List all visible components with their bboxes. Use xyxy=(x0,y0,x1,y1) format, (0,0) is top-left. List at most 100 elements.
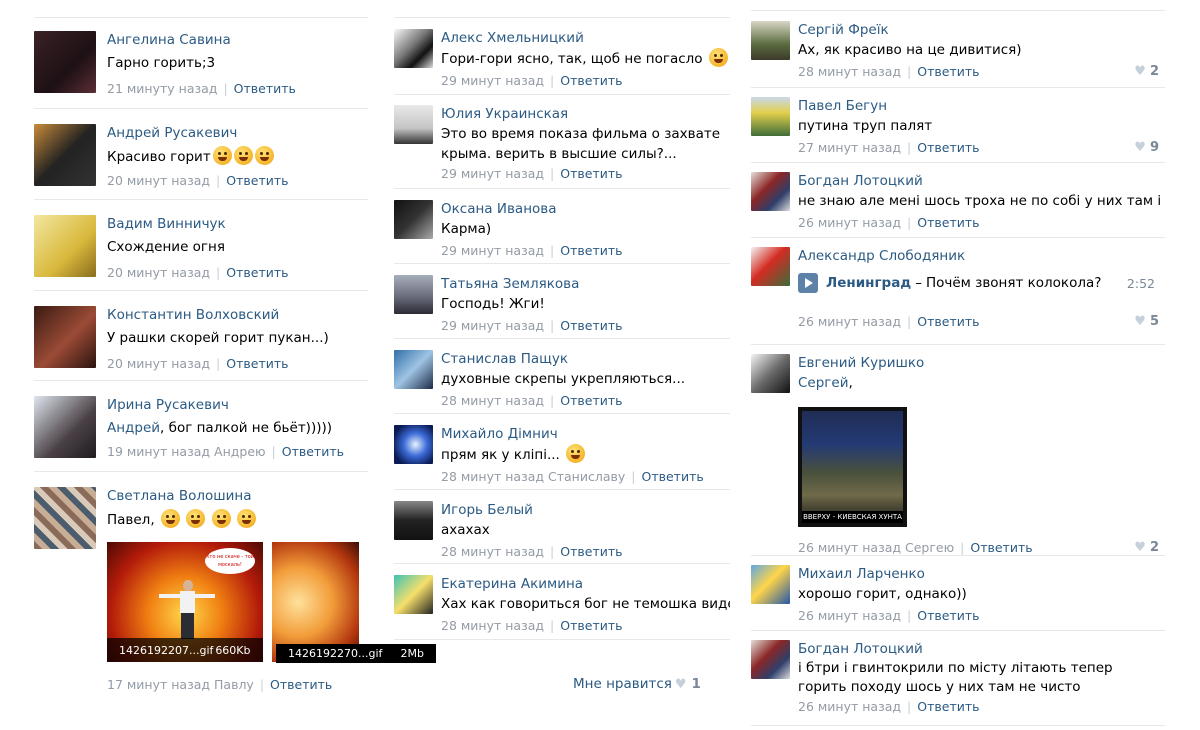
reply-link[interactable]: Ответить xyxy=(560,165,622,183)
author-link[interactable]: Светлана Волошина xyxy=(107,487,368,505)
reply-link[interactable]: Ответить xyxy=(970,539,1032,557)
gif-size: 660Kb xyxy=(215,643,251,657)
reply-link[interactable]: Ответить xyxy=(917,698,979,716)
avatar[interactable] xyxy=(751,247,790,286)
comment: Юлия Украинская Это во время показа филь… xyxy=(394,95,730,189)
avatar[interactable] xyxy=(34,31,96,93)
avatar[interactable] xyxy=(751,21,790,60)
avatar[interactable] xyxy=(751,640,790,679)
author-link[interactable]: Евгений Куришко xyxy=(798,354,1165,372)
reply-link[interactable]: Ответить xyxy=(917,313,979,331)
author-link[interactable]: Сергій Фреїк xyxy=(798,21,1165,39)
comment-text: Сергей, xyxy=(798,375,853,391)
reply-link[interactable]: Ответить xyxy=(560,392,622,410)
reply-link[interactable]: Ответить xyxy=(226,355,288,373)
author-link[interactable]: Константин Волховский xyxy=(107,306,368,324)
avatar[interactable] xyxy=(34,487,96,549)
like-button[interactable]: ♥ 2 xyxy=(1134,63,1159,81)
comments-column-left: Ангелина Савина Гарно горить;3 21 минуту… xyxy=(34,0,436,694)
avatar[interactable] xyxy=(394,425,433,464)
author-link[interactable]: Александр Слободяник xyxy=(798,247,1165,265)
avatar[interactable] xyxy=(394,105,433,144)
comment: Станислав Пащук духовные скрепы укрепляю… xyxy=(394,339,730,414)
reply-link[interactable]: Ответить xyxy=(226,264,288,282)
author-link[interactable]: Ангелина Савина xyxy=(107,31,368,49)
comment-text: Ах, як красиво на це дивитися) xyxy=(798,42,1022,58)
comment: Алекс Хмельницкий Гори-гори ясно, так, щ… xyxy=(394,18,730,95)
author-link[interactable]: Татьяна Землякова xyxy=(441,275,730,293)
gif-attachment[interactable]: Хто не скаче - той москаль! 1426192207..… xyxy=(107,542,263,662)
reply-link[interactable]: Ответить xyxy=(641,468,703,486)
like-button[interactable]: ♥ 9 xyxy=(1134,139,1159,157)
avatar[interactable] xyxy=(394,200,433,239)
comment-text: Андрей, бог палкой не бьёт))))) xyxy=(107,420,333,436)
avatar[interactable] xyxy=(751,172,790,211)
author-link[interactable]: Екатерина Акимина xyxy=(441,575,730,593)
comment: Богдан Лотоцкий не знаю але мені шось тр… xyxy=(751,163,1165,238)
comment-meta: 29 минут назад | Ответить xyxy=(441,242,623,260)
like-button[interactable]: ♥ 2 xyxy=(1134,539,1159,557)
avatar[interactable] xyxy=(751,565,790,604)
photo-attachment[interactable]: ВВЕРХУ - КИЕВСКАЯ ХУНТА xyxy=(798,407,907,527)
avatar[interactable] xyxy=(34,396,96,458)
comment-text: У рашки скорей горит пукан...) xyxy=(107,330,329,346)
reply-link[interactable]: Ответить xyxy=(560,317,622,335)
play-icon[interactable] xyxy=(798,273,818,293)
avatar[interactable] xyxy=(751,354,790,393)
avatar[interactable] xyxy=(394,575,433,614)
avatar[interactable] xyxy=(394,275,433,314)
author-link[interactable]: Ирина Русакевич xyxy=(107,396,368,414)
comment: Михайло Дімнич прям як у клiпi... 28 мин… xyxy=(394,414,730,490)
comment: Вадим Винничук Схождение огня 20 минут н… xyxy=(34,200,368,291)
author-link[interactable]: Михаил Ларченко xyxy=(798,565,1165,583)
comment-meta: 28 минут назад Станиславу | Ответить xyxy=(441,468,704,486)
author-link[interactable]: Богдан Лотоцкий xyxy=(798,640,1165,658)
like-button[interactable]: Мне нравится ♥ 1 xyxy=(573,676,701,692)
author-link[interactable]: Вадим Винничук xyxy=(107,215,368,233)
reply-link[interactable]: Ответить xyxy=(270,676,332,694)
comment-meta: 26 минут назад | Ответить ♥ 5 xyxy=(798,313,1159,331)
author-link[interactable]: Богдан Лотоцкий xyxy=(798,172,1165,190)
reply-link[interactable]: Ответить xyxy=(560,543,622,561)
reply-link[interactable]: Ответить xyxy=(226,172,288,190)
comment-text: прям як у клiпi... xyxy=(441,444,730,465)
avatar[interactable] xyxy=(34,215,96,277)
reply-link[interactable]: Ответить xyxy=(917,607,979,625)
reply-link[interactable]: Ответить xyxy=(234,80,296,98)
comment-body: Константин Волховский У рашки скорей гор… xyxy=(107,306,368,380)
reply-link[interactable]: Ответить xyxy=(560,72,622,90)
comment-meta: 29 минут назад | Ответить xyxy=(441,72,623,90)
comment: Павел Бегун путина труп палят 27 минут н… xyxy=(751,88,1165,163)
avatar[interactable] xyxy=(34,306,96,368)
avatar[interactable] xyxy=(34,124,96,186)
avatar[interactable] xyxy=(394,29,433,68)
author-link[interactable]: Игорь Белый xyxy=(441,501,730,519)
reply-link[interactable]: Ответить xyxy=(560,242,622,260)
like-button[interactable]: ♥ 5 xyxy=(1134,313,1159,331)
avatar[interactable] xyxy=(751,97,790,136)
mention-link[interactable]: Сергей xyxy=(798,375,848,391)
author-link[interactable]: Станислав Пащук xyxy=(441,350,730,368)
timestamp: 26 минут назад xyxy=(798,608,902,623)
avatar[interactable] xyxy=(394,350,433,389)
reply-link[interactable]: Ответить xyxy=(560,617,622,635)
reply-link[interactable]: Ответить xyxy=(917,214,979,232)
author-link[interactable]: Михайло Дімнич xyxy=(441,425,730,443)
comment-meta: 20 минут назад | Ответить xyxy=(107,355,289,373)
reply-link[interactable]: Ответить xyxy=(282,443,344,461)
avatar[interactable] xyxy=(394,501,433,540)
comment-meta: 27 минут назад | Ответить ♥ 9 xyxy=(798,139,1159,157)
mention-link[interactable]: Андрей xyxy=(107,420,160,436)
timestamp: 28 минут назад xyxy=(798,64,902,79)
timestamp: 20 минут назад xyxy=(107,265,211,280)
author-link[interactable]: Андрей Русакевич xyxy=(107,124,368,142)
audio-artist[interactable]: Ленинград xyxy=(826,275,911,291)
author-link[interactable]: Оксана Иванова xyxy=(441,200,730,218)
reply-link[interactable]: Ответить xyxy=(917,63,979,81)
gif-caption: 1426192207...gif 660Kb xyxy=(107,638,263,662)
author-link[interactable]: Юлия Украинская xyxy=(441,105,730,123)
author-link[interactable]: Павел Бегун xyxy=(798,97,1165,115)
comment-text: хорошо горит, однако)) xyxy=(798,586,967,602)
author-link[interactable]: Алекс Хмельницкий xyxy=(441,29,730,47)
reply-link[interactable]: Ответить xyxy=(917,139,979,157)
